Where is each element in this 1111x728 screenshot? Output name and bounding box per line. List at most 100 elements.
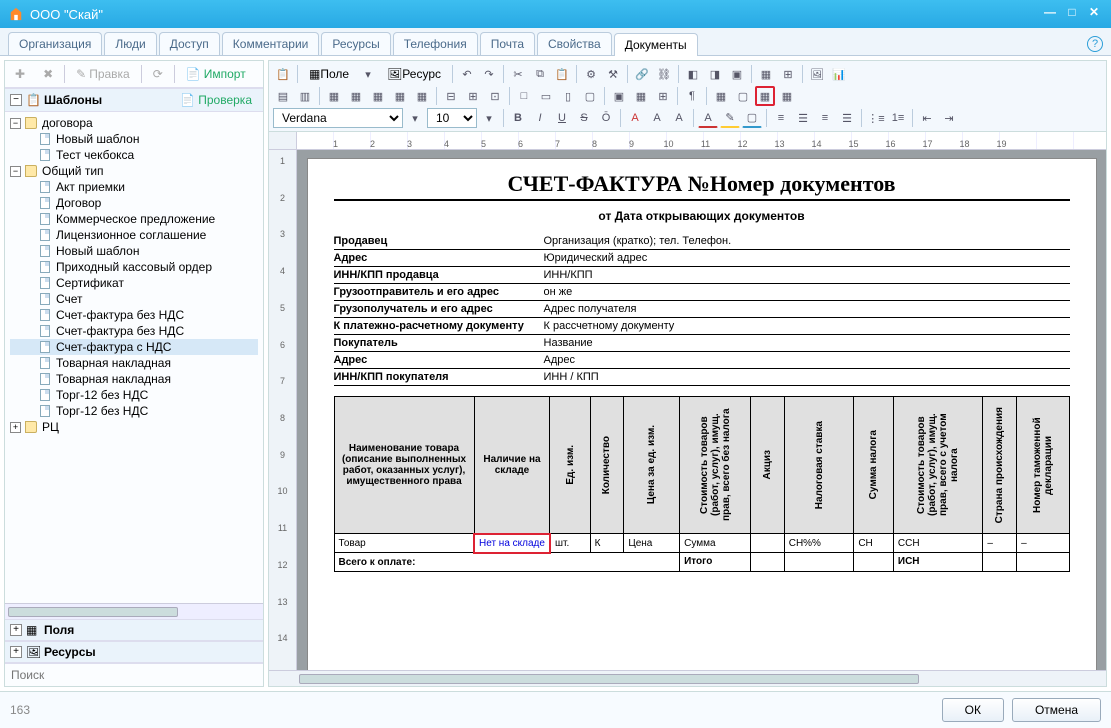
tree-node[interactable]: Торг-12 без НДС	[10, 403, 258, 419]
ok-button[interactable]: ОК	[942, 698, 1004, 722]
border2-icon[interactable]: ▭	[536, 86, 556, 106]
font-style1-icon[interactable]: A	[625, 108, 645, 128]
tree-node[interactable]: Товарная накладная	[10, 355, 258, 371]
paste2-icon[interactable]: 📋	[552, 64, 572, 84]
tab-organization[interactable]: Организация	[8, 32, 102, 55]
maximize-button[interactable]: □	[1063, 5, 1081, 23]
italic-icon[interactable]: I	[530, 108, 550, 128]
tab-people[interactable]: Люди	[104, 32, 156, 55]
import-button[interactable]: 📄 Импорт	[179, 64, 253, 84]
insert-col-icon[interactable]: ▥	[295, 86, 315, 106]
info-value[interactable]: ИНН / КПП	[544, 371, 1070, 383]
cut-icon[interactable]: ✂	[508, 64, 528, 84]
tree-node[interactable]: Счет-фактура с НДС	[10, 339, 258, 355]
bg-color-icon[interactable]: ▢	[742, 108, 762, 128]
tab-comments[interactable]: Комментарии	[222, 32, 320, 55]
check-button[interactable]: 📄 Проверка	[174, 92, 258, 108]
number-list-icon[interactable]: 1≡	[888, 108, 908, 128]
border5-icon[interactable]: ▣	[609, 86, 629, 106]
font-color-icon[interactable]: A	[698, 108, 718, 128]
font-style2-icon[interactable]: A	[647, 108, 667, 128]
section-templates[interactable]: − 📋 Шаблоны 📄 Проверка	[5, 88, 263, 112]
resource-button[interactable]: 🖼 Ресурс	[380, 64, 448, 84]
tree-node[interactable]: Сертификат	[10, 275, 258, 291]
expand-icon[interactable]: +	[10, 624, 22, 636]
outdent-icon[interactable]: ⇤	[917, 108, 937, 128]
cell2-icon[interactable]: ▦	[346, 86, 366, 106]
table-props-icon[interactable]: ▦	[711, 86, 731, 106]
tree-node[interactable]: Тест чекбокса	[10, 147, 258, 163]
info-value[interactable]: Юридический адрес	[544, 252, 1070, 264]
size-dropdown-icon[interactable]: ▾	[479, 108, 499, 128]
object3-icon[interactable]: ▣	[727, 64, 747, 84]
redo-icon[interactable]: ↷	[479, 64, 499, 84]
cell-price[interactable]: Цена	[624, 534, 680, 553]
info-value[interactable]: он же	[544, 286, 1070, 298]
overline-icon[interactable]: Ō	[596, 108, 616, 128]
size-select[interactable]: 10	[427, 108, 477, 128]
cell-sum-notax[interactable]: Сумма	[680, 534, 751, 553]
search-input[interactable]	[9, 666, 259, 684]
cell-stock-highlighted[interactable]: Нет на складе	[474, 534, 550, 553]
image-icon[interactable]: 🖼	[807, 64, 827, 84]
font-select[interactable]: Verdana	[273, 108, 403, 128]
tab-telephony[interactable]: Телефония	[393, 32, 478, 55]
align-right-icon[interactable]: ≡	[815, 108, 835, 128]
tab-access[interactable]: Доступ	[159, 32, 220, 55]
cell-props-icon[interactable]: ▢	[733, 86, 753, 106]
copy-icon[interactable]: ⧉	[530, 64, 550, 84]
tree-node[interactable]: Коммерческое предложение	[10, 211, 258, 227]
info-value[interactable]: Адрес	[544, 354, 1070, 366]
cell-name[interactable]: Товар	[334, 534, 474, 553]
expand-icon[interactable]: +	[10, 646, 22, 658]
collapse-icon[interactable]: −	[10, 166, 21, 177]
tree-node[interactable]: −договора	[10, 115, 258, 131]
tree-node[interactable]: Приходный кассовый ордер	[10, 259, 258, 275]
tree-node[interactable]: Счет	[10, 291, 258, 307]
tree-node[interactable]: Акт приемки	[10, 179, 258, 195]
bullet-list-icon[interactable]: ⋮≡	[866, 108, 886, 128]
info-value[interactable]: ИНН/КПП	[544, 269, 1070, 281]
cell4-icon[interactable]: ▦	[390, 86, 410, 106]
field-button[interactable]: ▦ Поле	[302, 64, 356, 84]
tree-node[interactable]: −Общий тип	[10, 163, 258, 179]
chart-icon[interactable]: 📊	[829, 64, 849, 84]
info-value[interactable]: К рассчетному документу	[544, 320, 1070, 332]
delete-button[interactable]: ✖	[36, 64, 60, 84]
cell-unit[interactable]: шт.	[550, 534, 590, 553]
field-dropdown-icon[interactable]: ▾	[358, 64, 378, 84]
tab-mail[interactable]: Почта	[480, 32, 535, 55]
strike-icon[interactable]: S	[574, 108, 594, 128]
cell-tax-sum[interactable]: СН	[854, 534, 894, 553]
align-center-icon[interactable]: ☰	[793, 108, 813, 128]
editor-h-scrollbar[interactable]	[269, 670, 1106, 686]
cancel-button[interactable]: Отмена	[1012, 698, 1101, 722]
object-icon[interactable]: ◧	[683, 64, 703, 84]
collapse-icon[interactable]: −	[10, 94, 22, 106]
expand-icon[interactable]: +	[10, 422, 21, 433]
border1-icon[interactable]: □	[514, 86, 534, 106]
border6-icon[interactable]: ▦	[631, 86, 651, 106]
tab-properties[interactable]: Свойства	[537, 32, 612, 55]
table-icon[interactable]: ▦	[756, 64, 776, 84]
tree-node[interactable]: Новый шаблон	[10, 131, 258, 147]
minimize-button[interactable]: —	[1041, 5, 1059, 23]
indent-icon[interactable]: ⇥	[939, 108, 959, 128]
document-viewport[interactable]: СЧЕТ-ФАКТУРА №Номер документов от Дата о…	[297, 150, 1106, 670]
tool2-icon[interactable]: ⚒	[603, 64, 623, 84]
split2-icon[interactable]: ⊡	[485, 86, 505, 106]
cell-tax-rate[interactable]: СН%%	[784, 534, 854, 553]
info-value[interactable]: Адрес получателя	[544, 303, 1070, 315]
object2-icon[interactable]: ◨	[705, 64, 725, 84]
undo-icon[interactable]: ↶	[457, 64, 477, 84]
cell3-icon[interactable]: ▦	[368, 86, 388, 106]
extra-tool-icon[interactable]: ▦	[777, 86, 797, 106]
tree-node[interactable]: Счет-фактура без НДС	[10, 323, 258, 339]
tab-resources[interactable]: Ресурсы	[321, 32, 390, 55]
tree-h-scrollbar[interactable]	[5, 603, 263, 619]
refresh-button[interactable]: ⟳	[146, 64, 170, 84]
unlink-icon[interactable]: ⛓	[654, 64, 674, 84]
help-icon[interactable]: ?	[1087, 36, 1103, 52]
border7-icon[interactable]: ⊞	[653, 86, 673, 106]
tree-node[interactable]: Товарная накладная	[10, 371, 258, 387]
